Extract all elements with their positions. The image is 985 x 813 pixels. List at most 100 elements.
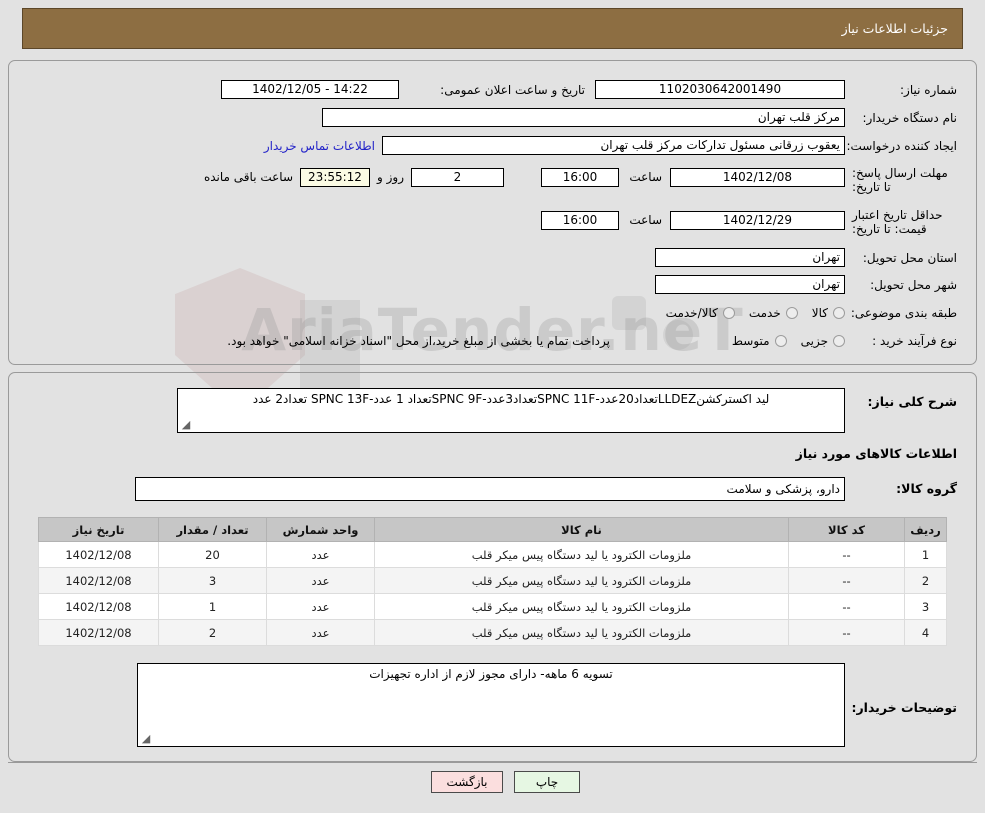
buyer-notes-value: تسویه 6 ماهه- دارای مجوز لازم از اداره ت… xyxy=(369,667,613,681)
buyer-notes-textarea[interactable]: تسویه 6 ماهه- دارای مجوز لازم از اداره ت… xyxy=(137,663,845,747)
cell-qty: 1 xyxy=(158,593,267,620)
cell-code: -- xyxy=(788,541,905,568)
price-validity-row: حداقل تاریخ اعتبار قیمت: تا تاریخ: xyxy=(852,208,957,240)
cell-row: 3 xyxy=(904,593,947,620)
cell-qty: 20 xyxy=(158,541,267,568)
table-row: 4 -- ملزومات الکترود یا لید دستگاه پیس م… xyxy=(38,619,947,646)
col-name: نام کالا xyxy=(374,517,789,542)
buyer-notes-label: توضیحات خریدار: xyxy=(851,700,957,715)
cell-code: -- xyxy=(788,567,905,594)
cell-name: ملزومات الکترود یا لید دستگاه پیس میکر ق… xyxy=(374,541,789,568)
cell-date: 1402/12/08 xyxy=(38,567,159,594)
creator-value: یعقوب زرقانی مسئول تدارکات مرکز قلب تهرا… xyxy=(382,136,845,155)
cell-qty: 2 xyxy=(158,619,267,646)
resize-grip-icon[interactable]: ◣ xyxy=(141,732,151,745)
radio-category-khedmat[interactable] xyxy=(785,307,798,319)
cell-unit: عدد xyxy=(266,593,375,620)
public-announce-row: تاریخ و ساعت اعلان عمومی: xyxy=(440,80,585,100)
cell-code: -- xyxy=(788,593,905,620)
table-body: 1 -- ملزومات الکترود یا لید دستگاه پیس م… xyxy=(38,541,947,646)
group-value: دارو، پزشکی و سلامت xyxy=(135,477,845,501)
cell-unit: عدد xyxy=(266,619,375,646)
process-options: جزیی متوسط xyxy=(718,331,845,351)
buyer-org-row: نام دستگاه خریدار: xyxy=(863,108,958,128)
cell-row: 4 xyxy=(904,619,947,646)
process-note: پرداخت تمام یا بخشی از مبلغ خرید،از محل … xyxy=(227,334,610,348)
footer-divider xyxy=(8,762,977,763)
price-validity-date: 1402/12/29 xyxy=(670,211,845,230)
cell-qty: 3 xyxy=(158,567,267,594)
table-row: 1 -- ملزومات الکترود یا لید دستگاه پیس م… xyxy=(38,541,947,568)
buyer-org-label: نام دستگاه خریدار: xyxy=(862,111,958,125)
price-validity-hour-label: ساعت xyxy=(629,213,662,227)
process-row: نوع فرآیند خرید : xyxy=(872,331,957,351)
page-title: جزئیات اطلاعات نیاز xyxy=(841,21,948,36)
group-label: گروه کالا: xyxy=(896,481,957,496)
public-announce-label: تاریخ و ساعت اعلان عمومی: xyxy=(440,83,585,97)
radio-category-kala[interactable] xyxy=(833,307,845,319)
cell-date: 1402/12/08 xyxy=(38,593,159,620)
public-announce-value: 14:22 - 1402/12/05 xyxy=(221,80,399,99)
summary-value: لید اکسترکشنLLDEZتعداد20عدد-SPNC 11Fتعدا… xyxy=(252,392,770,406)
back-button[interactable]: بازگشت xyxy=(431,771,503,793)
remaining-days-label: روز و xyxy=(377,170,404,184)
category-label: طبقه بندی موضوعی: xyxy=(850,306,957,320)
col-code: کد کالا xyxy=(788,517,905,542)
buyer-contact-link[interactable]: اطلاعات تماس خریدار xyxy=(264,139,375,153)
province-label: استان محل تحویل: xyxy=(862,251,957,265)
need-number-row: شماره نیاز: xyxy=(900,80,957,100)
creator-label: ایجاد کننده درخواست: xyxy=(846,139,957,153)
cell-date: 1402/12/08 xyxy=(38,541,159,568)
table-header-row: ردیف کد کالا نام کالا واحد شمارش تعداد /… xyxy=(38,517,947,542)
cell-name: ملزومات الکترود یا لید دستگاه پیس میکر ق… xyxy=(374,567,789,594)
radio-process-motevaset[interactable] xyxy=(774,335,787,347)
reply-deadline-row: مهلت ارسال پاسخ: تا تاریخ: xyxy=(852,166,957,198)
need-number-label: شماره نیاز: xyxy=(900,83,957,97)
remaining-time-label: ساعت باقی مانده xyxy=(203,170,293,184)
reply-deadline-hour-label: ساعت xyxy=(629,170,662,184)
cell-unit: عدد xyxy=(266,567,375,594)
province-value: تهران xyxy=(655,248,845,267)
price-validity-label: حداقل تاریخ اعتبار قیمت: تا تاریخ: xyxy=(852,208,943,236)
province-row: استان محل تحویل: xyxy=(863,248,957,268)
price-validity-hour: 16:00 xyxy=(541,211,619,230)
reply-deadline-date: 1402/12/08 xyxy=(670,168,845,187)
goods-heading: اطلاعات کالاهای مورد نیاز xyxy=(795,446,957,461)
summary-label: شرح کلی نیاز: xyxy=(867,394,957,409)
need-number-value: 1102030642001490 xyxy=(595,80,845,99)
cell-date: 1402/12/08 xyxy=(38,619,159,646)
radio-process-jozii-label: جزیی xyxy=(800,334,828,348)
radio-category-khedmat-label: خدمت xyxy=(748,306,781,320)
category-row: طبقه بندی موضوعی: xyxy=(851,303,957,323)
radio-process-jozii[interactable] xyxy=(833,335,845,347)
category-options: کالا خدمت کالا/خدمت xyxy=(652,303,845,323)
radio-category-kala-khedmat[interactable] xyxy=(722,307,735,319)
remaining-days-value: 2 xyxy=(411,168,504,187)
creator-row: ایجاد کننده درخواست: xyxy=(846,136,957,156)
cell-name: ملزومات الکترود یا لید دستگاه پیس میکر ق… xyxy=(374,593,789,620)
process-label: نوع فرآیند خرید : xyxy=(872,334,957,348)
page-header: جزئیات اطلاعات نیاز xyxy=(22,8,963,49)
city-value: تهران xyxy=(655,275,845,294)
page-root: AriaTender.neT جزئیات اطلاعات نیاز شماره… xyxy=(0,0,985,813)
cell-code: -- xyxy=(788,619,905,646)
cell-unit: عدد xyxy=(266,541,375,568)
table-row: 2 -- ملزومات الکترود یا لید دستگاه پیس م… xyxy=(38,567,947,594)
col-unit: واحد شمارش xyxy=(266,517,375,542)
radio-category-kala-label: کالا xyxy=(811,306,828,320)
buyer-org-value: مرکز قلب تهران xyxy=(322,108,845,127)
col-qty: تعداد / مقدار xyxy=(158,517,267,542)
cell-name: ملزومات الکترود یا لید دستگاه پیس میکر ق… xyxy=(374,619,789,646)
radio-category-kala-khedmat-label: کالا/خدمت xyxy=(665,306,718,320)
cell-row: 2 xyxy=(904,567,947,594)
remaining-time-value: 23:55:12 xyxy=(300,168,370,187)
col-date: تاریخ نیاز xyxy=(38,517,159,542)
print-button[interactable]: چاپ xyxy=(514,771,580,793)
items-table: ردیف کد کالا نام کالا واحد شمارش تعداد /… xyxy=(38,517,947,646)
col-row: ردیف xyxy=(904,517,947,542)
cell-row: 1 xyxy=(904,541,947,568)
table-row: 3 -- ملزومات الکترود یا لید دستگاه پیس م… xyxy=(38,593,947,620)
summary-textarea[interactable]: لید اکسترکشنLLDEZتعداد20عدد-SPNC 11Fتعدا… xyxy=(177,388,845,433)
resize-grip-icon[interactable]: ◣ xyxy=(181,418,191,431)
reply-deadline-label: مهلت ارسال پاسخ: تا تاریخ: xyxy=(852,166,948,194)
